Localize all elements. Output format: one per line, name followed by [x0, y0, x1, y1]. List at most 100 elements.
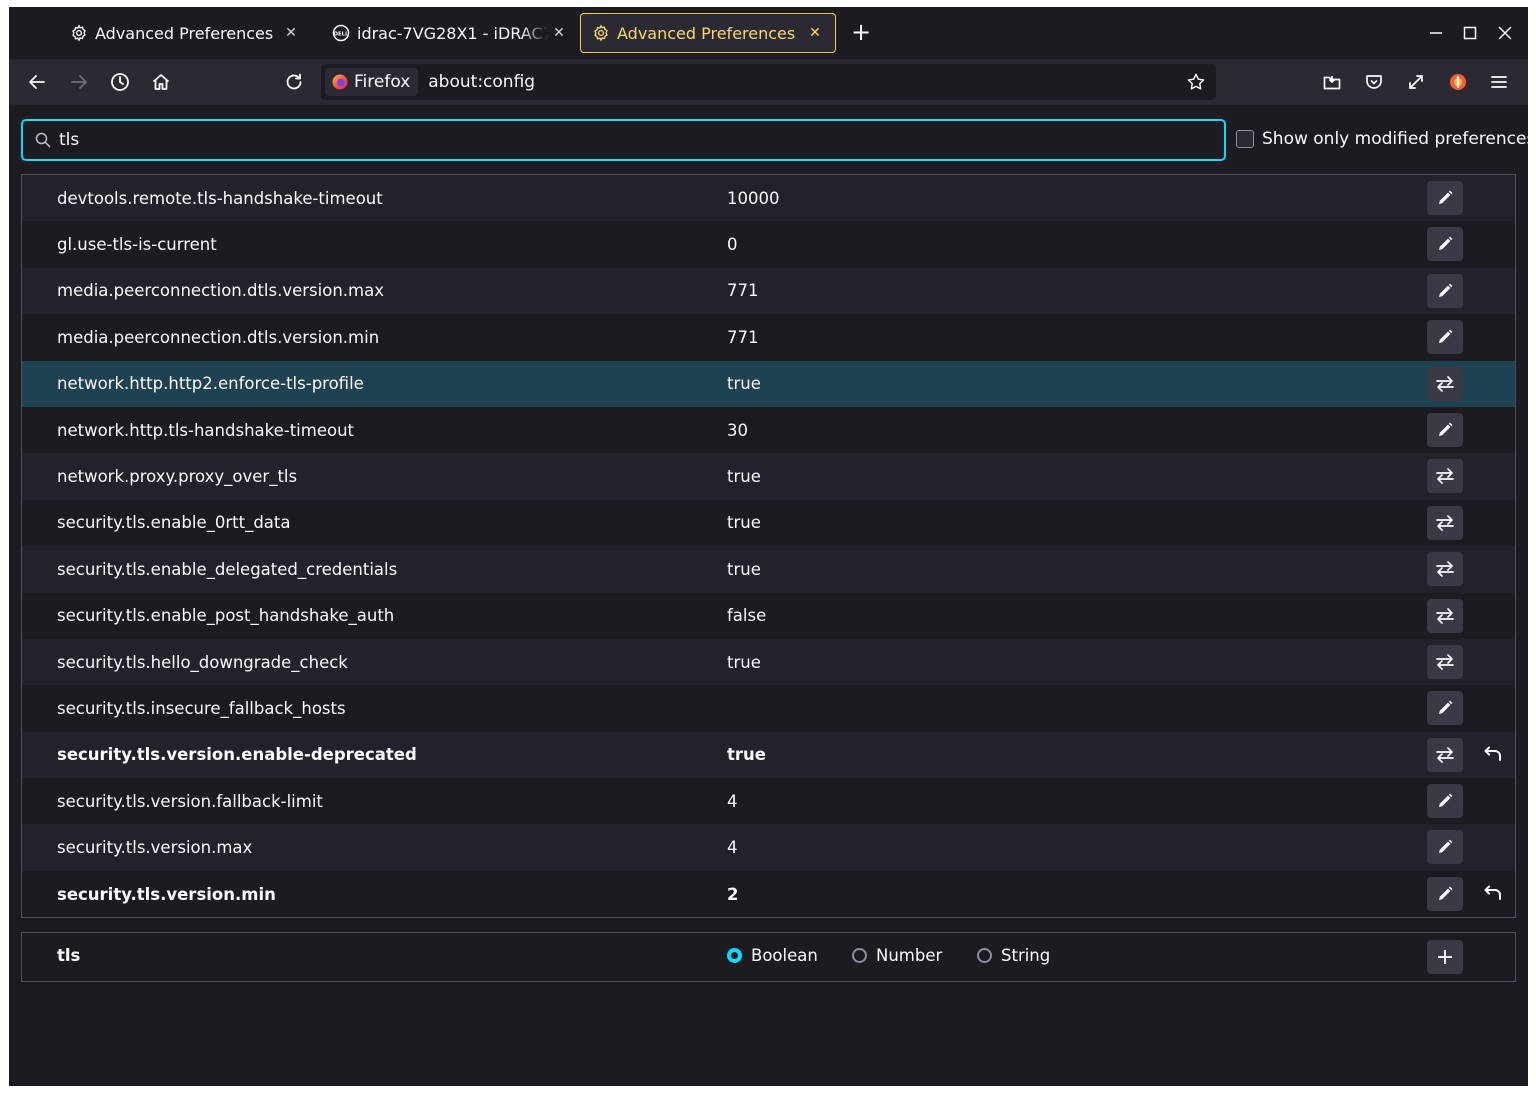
- type-radio-string[interactable]: String: [977, 946, 1050, 965]
- expand-arrows-icon[interactable]: [1402, 68, 1430, 96]
- pencil-icon: [1437, 190, 1453, 206]
- pencil-icon: [1437, 283, 1453, 299]
- table-row[interactable]: network.http.tls-handshake-timeout 30: [22, 406, 1515, 454]
- reload-icon[interactable]: [280, 68, 308, 96]
- type-radio-boolean[interactable]: Boolean: [727, 946, 818, 965]
- toggle-button[interactable]: [1427, 366, 1463, 401]
- preference-name: security.tls.version.min: [57, 884, 276, 904]
- preference-name: security.tls.enable_delegated_credential…: [57, 559, 398, 579]
- pencil-icon: [1437, 422, 1453, 438]
- add-preference-button[interactable]: +: [1427, 940, 1463, 974]
- edit-button[interactable]: [1427, 784, 1463, 819]
- pencil-icon: [1437, 700, 1453, 716]
- close-tab-icon[interactable]: ✕: [281, 25, 301, 41]
- table-row[interactable]: network.http.http2.enforce-tls-profile tr…: [22, 360, 1515, 407]
- preference-value: true: [727, 652, 761, 672]
- tab-idrac[interactable]: DELL idrac-7VG28X1 - iDRAC7 - ✕: [321, 13, 579, 53]
- reset-button[interactable]: [1477, 738, 1509, 772]
- downloads-folder-icon[interactable]: [1318, 68, 1346, 96]
- history-clock-icon[interactable]: [106, 68, 134, 96]
- identity-box[interactable]: Firefox: [325, 68, 419, 96]
- radio-button[interactable]: [977, 948, 992, 963]
- undo-icon: [1483, 885, 1503, 903]
- show-modified-checkbox[interactable]: [1236, 130, 1254, 148]
- minimize-icon[interactable]: [1422, 19, 1450, 47]
- preference-value: true: [727, 467, 761, 487]
- preference-name: security.tls.version.enable-deprecated: [57, 745, 417, 765]
- show-modified-toggle[interactable]: Show only modified preferences: [1236, 129, 1528, 149]
- close-tab-icon[interactable]: ✕: [549, 25, 569, 41]
- close-window-icon[interactable]: [1491, 19, 1519, 47]
- table-row[interactable]: security.tls.version.min 2: [22, 870, 1515, 918]
- edit-button[interactable]: [1427, 876, 1463, 911]
- radio-label: Boolean: [751, 946, 818, 965]
- edit-button[interactable]: [1427, 412, 1463, 447]
- close-tab-icon[interactable]: ✕: [805, 25, 825, 41]
- preference-name: security.tls.version.fallback-limit: [57, 791, 323, 811]
- tab-advanced-preferences-1[interactable]: Advanced Preferences ✕: [59, 13, 311, 53]
- forward-arrow-icon[interactable]: [65, 68, 93, 96]
- maximize-icon[interactable]: [1456, 19, 1484, 47]
- table-row[interactable]: security.tls.version.fallback-limit 4: [22, 778, 1515, 825]
- table-row[interactable]: media.peerconnection.dtls.version.max 771: [22, 267, 1515, 315]
- extension-icon[interactable]: [1444, 68, 1472, 96]
- edit-button[interactable]: [1427, 227, 1463, 262]
- table-row[interactable]: security.tls.insecure_fallback_hosts: [22, 685, 1515, 732]
- table-row[interactable]: gl.use-tls-is-current 0: [22, 221, 1515, 268]
- edit-button[interactable]: [1427, 691, 1463, 726]
- gear-icon: [591, 23, 611, 43]
- new-preference-name: tls: [57, 946, 81, 965]
- toggle-button[interactable]: [1427, 552, 1463, 587]
- reset-button[interactable]: [1477, 877, 1509, 911]
- edit-button[interactable]: [1427, 320, 1463, 355]
- pocket-icon[interactable]: [1360, 68, 1388, 96]
- search-icon: [35, 132, 51, 148]
- url-bar[interactable]: Firefox about:config: [321, 64, 1216, 100]
- table-row[interactable]: media.peerconnection.dtls.version.min 771: [22, 314, 1515, 361]
- radio-label: Number: [876, 946, 943, 965]
- preference-value: 10000: [727, 188, 780, 208]
- radio-button[interactable]: [727, 948, 742, 963]
- type-radio-number[interactable]: Number: [852, 946, 942, 965]
- table-row[interactable]: network.proxy.proxy_over_tls true: [22, 453, 1515, 500]
- browser-window: Advanced Preferences ✕ DELL idrac-7VG28X…: [9, 7, 1528, 1086]
- menu-hamburger-icon[interactable]: [1485, 68, 1513, 96]
- pencil-icon: [1437, 793, 1453, 809]
- preference-value: false: [727, 606, 767, 626]
- toggle-button[interactable]: [1427, 598, 1463, 633]
- search-input[interactable]: [59, 130, 1159, 150]
- edit-button[interactable]: [1427, 273, 1463, 308]
- back-arrow-icon[interactable]: [23, 68, 51, 96]
- table-row[interactable]: security.tls.hello_downgrade_check true: [22, 638, 1515, 686]
- edit-button[interactable]: [1427, 181, 1463, 215]
- tab-advanced-preferences-2[interactable]: Advanced Preferences ✕: [580, 13, 836, 53]
- table-row[interactable]: security.tls.enable_delegated_credential…: [22, 546, 1515, 593]
- toggle-button[interactable]: [1427, 737, 1463, 772]
- gear-icon: [69, 23, 89, 43]
- preference-name: security.tls.hello_downgrade_check: [57, 652, 348, 672]
- url-text[interactable]: about:config: [428, 72, 535, 92]
- radio-button[interactable]: [852, 948, 867, 963]
- toggle-button[interactable]: [1427, 644, 1463, 679]
- table-row[interactable]: security.tls.version.enable-deprecated tr…: [22, 731, 1515, 779]
- toggle-button[interactable]: [1427, 459, 1463, 494]
- preference-name: security.tls.version.max: [57, 838, 253, 858]
- edit-button[interactable]: [1427, 830, 1463, 865]
- new-tab-button[interactable]: +: [847, 19, 875, 47]
- home-icon[interactable]: [147, 68, 175, 96]
- toggle-arrows-icon: [1435, 467, 1455, 485]
- bookmark-star-icon[interactable]: [1184, 70, 1208, 94]
- table-row[interactable]: security.tls.enable_post_handshake_auth f…: [22, 592, 1515, 639]
- search-box[interactable]: [21, 119, 1226, 161]
- toggle-button[interactable]: [1427, 505, 1463, 540]
- table-row[interactable]: security.tls.version.max 4: [22, 824, 1515, 871]
- dell-icon: DELL: [331, 23, 351, 43]
- table-row[interactable]: devtools.remote.tls-handshake-timeout 100…: [22, 175, 1515, 222]
- preference-value: 771: [727, 327, 759, 347]
- preference-name: network.proxy.proxy_over_tls: [57, 467, 298, 487]
- pencil-icon: [1437, 886, 1453, 902]
- table-row[interactable]: security.tls.enable_0rtt_data true: [22, 499, 1515, 547]
- new-preference-row: tls Boolean Number String +: [21, 932, 1516, 982]
- svg-text:DELL: DELL: [334, 31, 349, 37]
- toggle-arrows-icon: [1435, 560, 1455, 578]
